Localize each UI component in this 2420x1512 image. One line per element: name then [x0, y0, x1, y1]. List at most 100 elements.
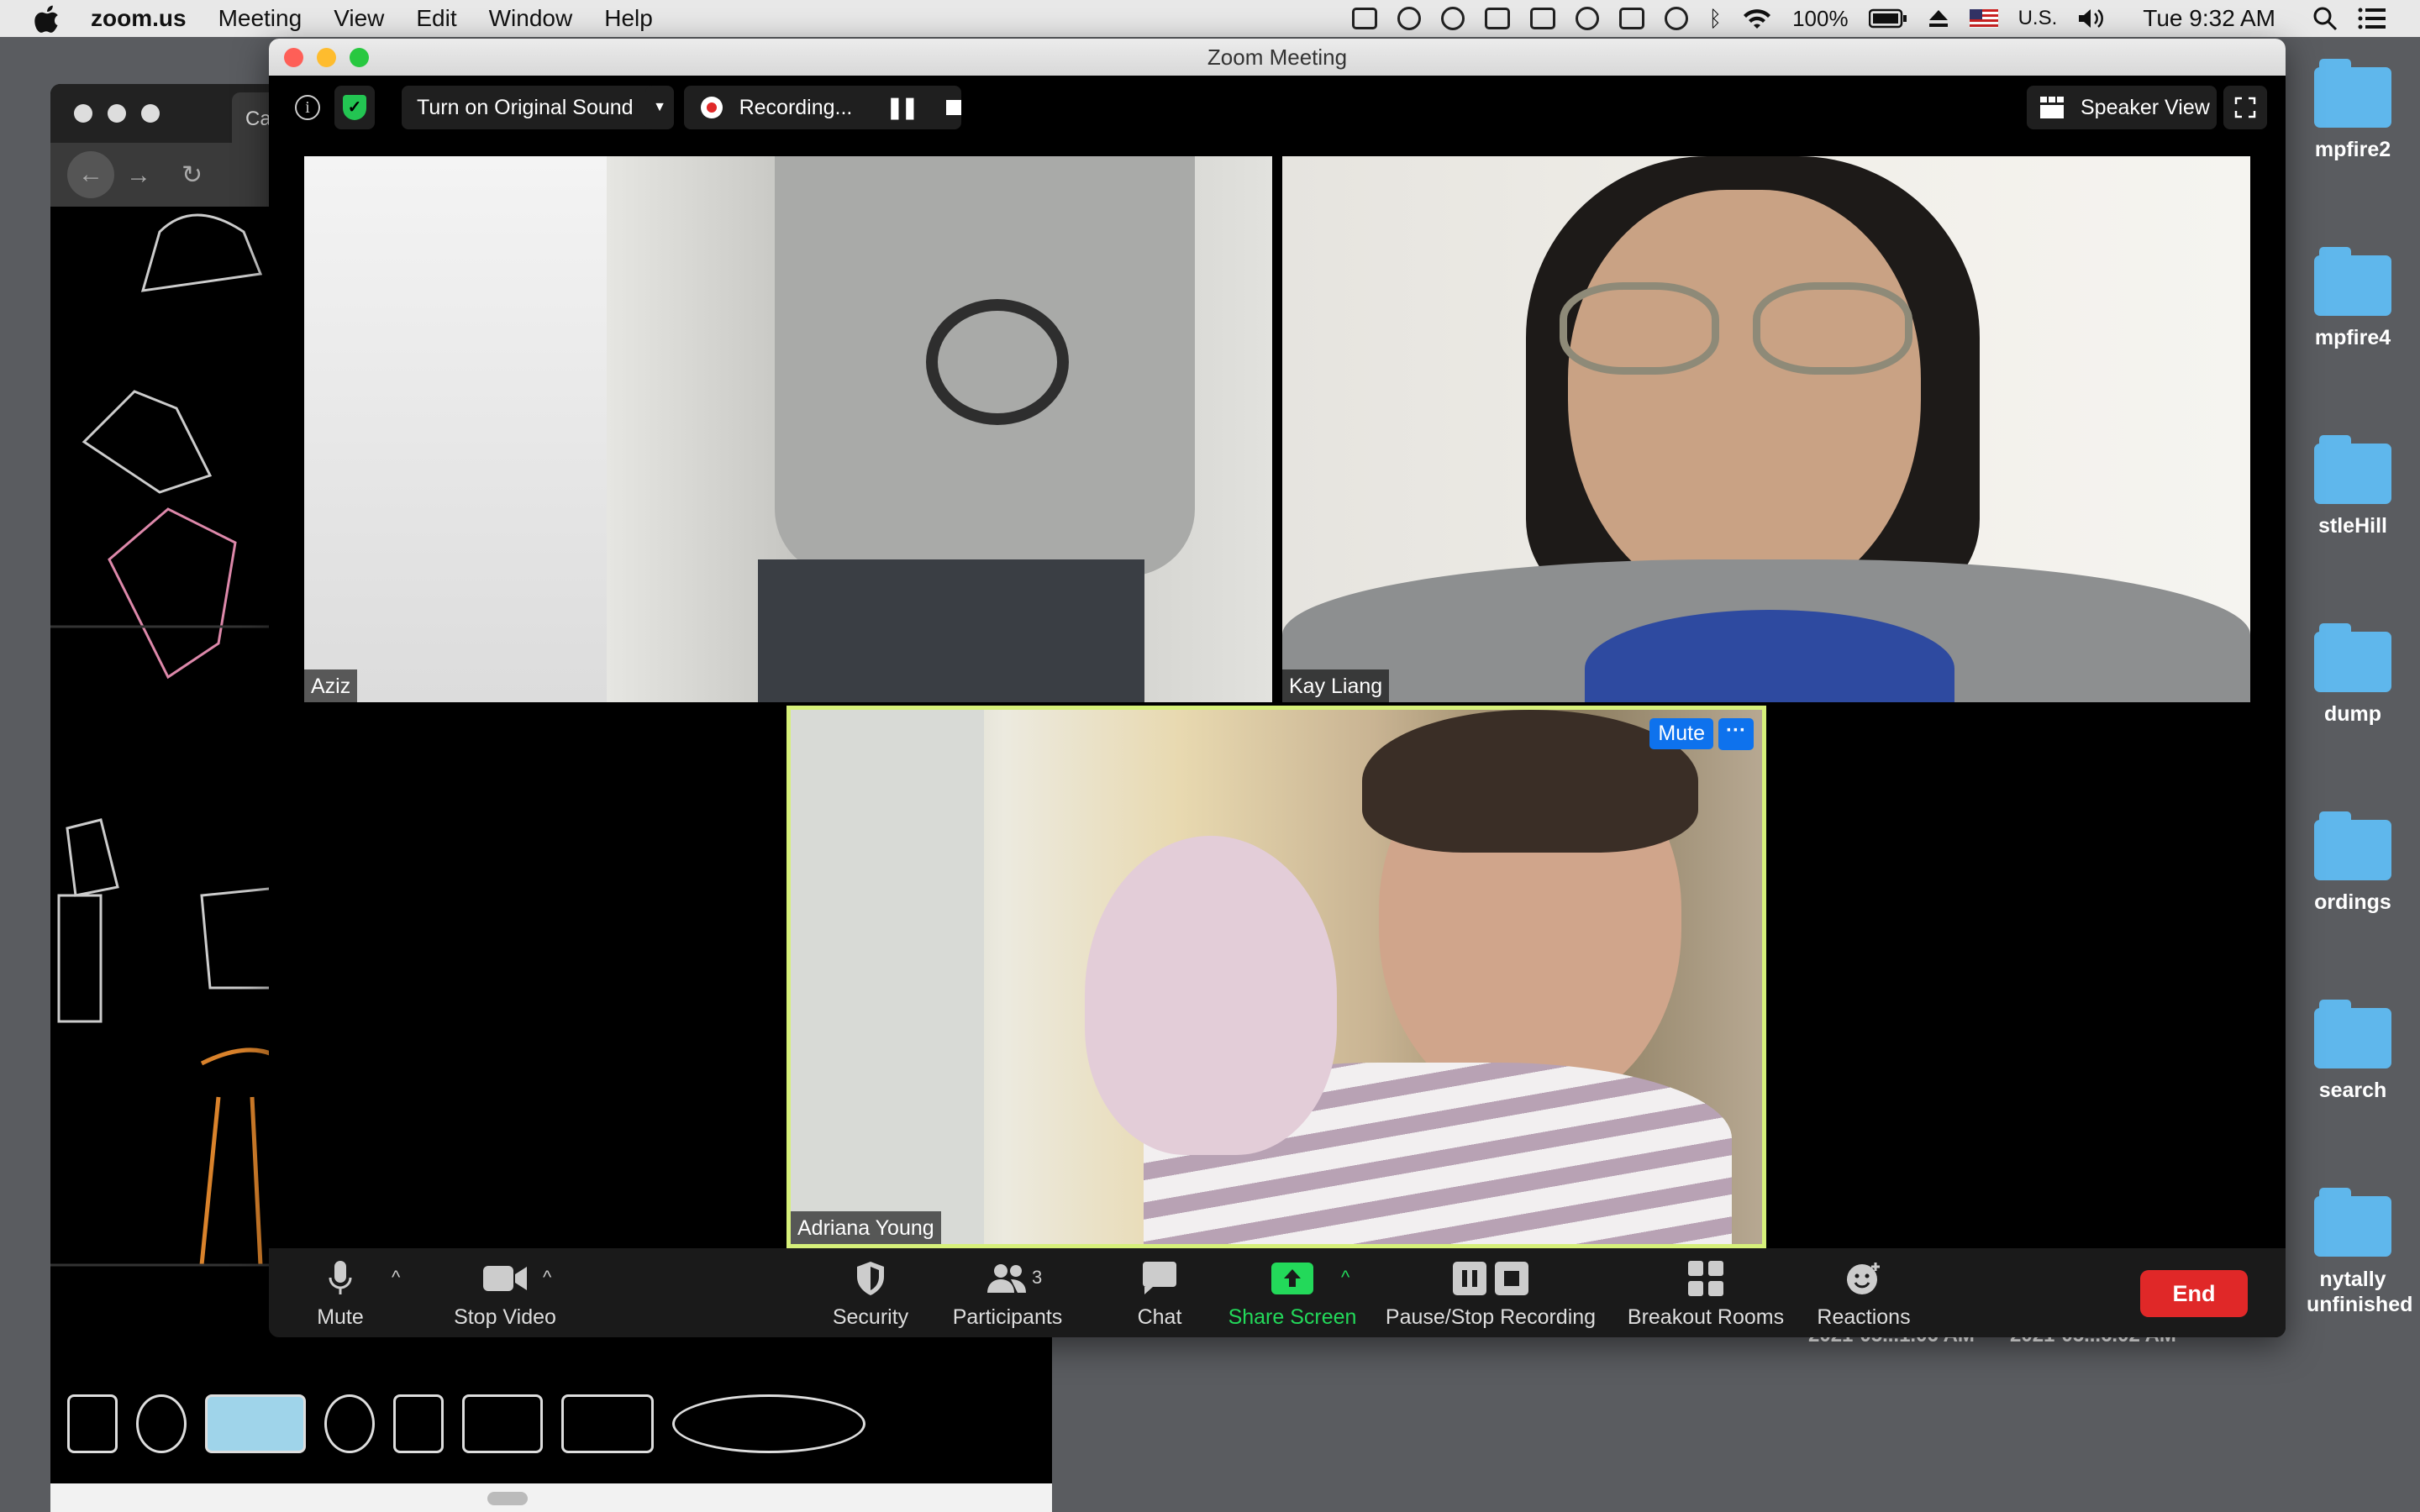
bluetooth-icon[interactable]: ᛒ — [1708, 6, 1722, 32]
reload-icon[interactable]: ↻ — [182, 163, 207, 188]
menu-window[interactable]: Window — [489, 5, 573, 32]
menu-app-name[interactable]: zoom.us — [91, 5, 187, 32]
time-machine-icon[interactable] — [1665, 7, 1689, 30]
doodle-sticker-row — [67, 1394, 865, 1453]
desktop-folder[interactable]: mpfire2 — [2286, 59, 2420, 162]
close-dot[interactable] — [74, 104, 92, 123]
pause-recording-icon[interactable]: ❚❚ — [886, 95, 918, 120]
caret-down-icon: ▼ — [653, 100, 666, 114]
menu-clock[interactable]: Tue 9:32 AM — [2143, 5, 2275, 32]
end-meeting-button[interactable]: End — [2140, 1270, 2248, 1317]
globe-sticker[interactable] — [324, 1394, 375, 1453]
stop-recording-icon[interactable] — [946, 100, 961, 115]
bed-shape — [304, 156, 607, 702]
video-camera-icon — [483, 1266, 527, 1291]
menu-view[interactable]: View — [334, 5, 384, 32]
cloud-sync-icon[interactable] — [1397, 7, 1422, 30]
eject-icon[interactable] — [1928, 8, 1949, 29]
reactions-button[interactable]: Reactions — [1810, 1258, 1918, 1330]
video-tile-adriana-young[interactable]: Mute ··· Adriana Young — [786, 706, 1766, 1248]
face-sticker[interactable] — [672, 1394, 865, 1453]
breakout-rooms-label: Breakout Rooms — [1627, 1305, 1785, 1329]
desktop-folder[interactable]: dump — [2286, 623, 2420, 727]
notification-center-icon[interactable] — [2358, 7, 2386, 30]
meeting-info-button[interactable]: i — [287, 86, 328, 129]
forward-arrow-icon[interactable]: → — [126, 163, 151, 188]
zoom-window-title: Zoom Meeting — [269, 39, 2286, 76]
share-options-caret[interactable]: ^ — [1341, 1267, 1349, 1289]
card-sticker[interactable] — [393, 1394, 444, 1453]
remote-mute-button[interactable]: Mute — [1649, 718, 1713, 749]
fullscreen-button[interactable] — [2223, 86, 2267, 129]
original-sound-dropdown[interactable]: ▼ — [645, 86, 674, 129]
meeting-toolbar: Mute ^ Stop Video ^ Security Participant… — [269, 1248, 2286, 1337]
desktop-folder[interactable]: mpfire4 — [2286, 247, 2420, 350]
volume-icon[interactable] — [2077, 7, 2106, 30]
wheel-sticker[interactable] — [136, 1394, 187, 1453]
record-dot-icon — [701, 97, 723, 118]
video-tile-aziz[interactable]: Aziz — [304, 156, 1272, 702]
shield-icon — [857, 1262, 884, 1295]
input-source-label[interactable]: U.S. — [2018, 7, 2058, 30]
zoom-dot[interactable] — [141, 104, 160, 123]
share-screen-button[interactable]: Share Screen — [1225, 1258, 1360, 1330]
encryption-button[interactable]: ✓ — [334, 86, 375, 129]
mute-label: Mute — [317, 1305, 364, 1329]
desktop-folder[interactable]: search — [2286, 1000, 2420, 1103]
windows-icon[interactable] — [1530, 8, 1556, 29]
glasses-shape — [1753, 282, 1912, 375]
menu-meeting[interactable]: Meeting — [218, 5, 302, 32]
bag-sticker[interactable] — [205, 1394, 306, 1453]
desktop-folder[interactable]: ordings — [2286, 811, 2420, 915]
video-tile-kay-liang[interactable]: Kay Liang — [1282, 156, 2250, 702]
status-area: ᛒ 100% U.S. Tue 9:32 AM — [1352, 0, 2386, 37]
shield-check-icon: ✓ — [343, 95, 366, 120]
apple-icon[interactable] — [34, 3, 62, 34]
participant-name-label: Kay Liang — [1282, 669, 1390, 702]
folder-icon — [2314, 1188, 2391, 1257]
speaker-view-button[interactable]: Speaker View — [2027, 86, 2217, 129]
folder-icon — [2314, 435, 2391, 504]
note-sticker[interactable] — [561, 1394, 654, 1453]
horizontal-scrollbar[interactable] — [487, 1492, 528, 1505]
mute-button[interactable]: Mute — [309, 1258, 371, 1330]
chat-button[interactable]: Chat — [1118, 1258, 1202, 1330]
video-options-caret[interactable]: ^ — [543, 1267, 551, 1289]
menu-edit[interactable]: Edit — [416, 5, 456, 32]
desktop-folder[interactable]: nytally unfinished — [2286, 1188, 2420, 1317]
fullscreen-window-button[interactable] — [350, 48, 369, 67]
battery-icon[interactable] — [1868, 8, 1907, 29]
security-label: Security — [832, 1305, 909, 1329]
participants-button[interactable]: Participants — [944, 1258, 1071, 1330]
fullscreen-icon — [2234, 97, 2256, 118]
pause-stop-recording-button[interactable]: Pause/Stop Recording — [1383, 1258, 1598, 1330]
wifi-icon[interactable] — [1742, 7, 1772, 30]
breakout-rooms-button[interactable]: Breakout Rooms — [1623, 1258, 1788, 1330]
minimize-window-button[interactable] — [317, 48, 336, 67]
security-button[interactable]: Security — [820, 1258, 921, 1330]
spotlight-search-icon[interactable] — [2312, 6, 2338, 31]
stop-icon — [1495, 1262, 1528, 1295]
original-sound-button[interactable]: Turn on Original Sound — [402, 86, 674, 129]
browser-bottom-bar — [50, 1483, 1052, 1512]
dots-status-icon[interactable] — [1441, 7, 1465, 30]
us-flag-icon[interactable] — [1969, 9, 1998, 28]
microphone-icon — [329, 1261, 352, 1294]
close-window-button[interactable] — [284, 48, 303, 67]
screen-mirror-icon[interactable] — [1485, 8, 1511, 29]
note-sticker[interactable] — [462, 1394, 543, 1453]
audio-options-caret[interactable]: ^ — [392, 1267, 400, 1289]
menu-help[interactable]: Help — [604, 5, 653, 32]
zoom-status-icon[interactable] — [1352, 8, 1378, 29]
minimize-dot[interactable] — [108, 104, 126, 123]
vpn-icon[interactable] — [1576, 7, 1600, 30]
original-sound-label: Turn on Original Sound — [417, 95, 634, 119]
browser-window-controls — [74, 104, 160, 123]
more-options-button[interactable]: ··· — [1718, 718, 1754, 750]
desktop-folder[interactable]: stleHill — [2286, 435, 2420, 538]
participant-name-label: Aziz — [304, 669, 358, 702]
airplay-icon[interactable] — [1619, 8, 1645, 29]
back-arrow-icon[interactable]: ← — [67, 151, 114, 198]
folder-label: search — [2318, 1079, 2387, 1102]
dice-sticker[interactable] — [67, 1394, 118, 1453]
